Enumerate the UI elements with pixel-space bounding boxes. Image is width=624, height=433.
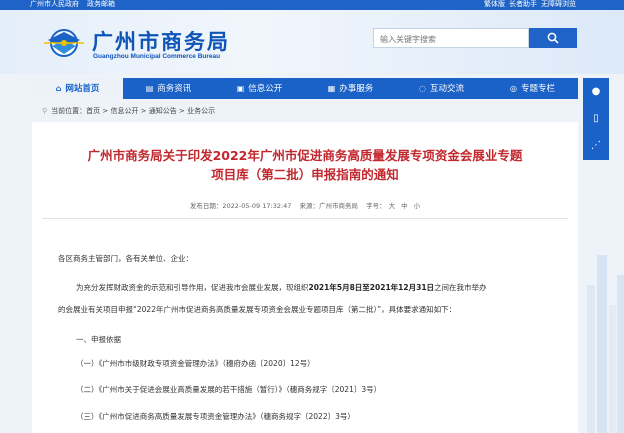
- article-source: 来源：广州市商务局: [299, 202, 359, 210]
- top-links-right: 繁体版 长者助手 无障碍浏览: [480, 0, 576, 9]
- divider: [42, 218, 568, 219]
- link-traditional[interactable]: 繁体版: [484, 0, 505, 8]
- nav-label: 网站首页: [65, 84, 100, 94]
- para1-date-range: 2021年5月8日至2021年12月31日: [308, 283, 435, 292]
- share-icon[interactable]: ⋰: [583, 132, 609, 159]
- city-decoration: [587, 255, 624, 433]
- mobile-icon[interactable]: ▯: [583, 105, 609, 132]
- nav-item-news[interactable]: ▤ 商务资讯: [123, 78, 214, 99]
- article-title-line2: 项目库（第二批）申报指南的通知: [211, 167, 399, 182]
- search-input[interactable]: 输入关键字搜索: [373, 28, 529, 48]
- site-title[interactable]: 广州市商务局: [92, 26, 230, 56]
- logo-icon: [44, 29, 84, 57]
- font-size-small[interactable]: 小: [414, 202, 421, 210]
- basis-item-1: （一）《广州市市级财政专项资金管理办法》（穗府办函〔2020〕12号）: [76, 359, 315, 368]
- paragraph-1: 为充分发挥财政资金的示范和引导作用，促进我市会展业发展，现组织2021年5月8日…: [76, 283, 487, 293]
- info-icon: ▣: [236, 84, 245, 93]
- nav-label: 商务资讯: [157, 84, 192, 94]
- para1-text-end: 之间在我市举办: [434, 283, 487, 292]
- top-links-left: 广州市人民政府 政务邮箱: [30, 0, 123, 9]
- section-heading: 一、申报依据: [76, 335, 121, 344]
- nav-label: 互动交流: [429, 84, 464, 94]
- news-icon: ▤: [145, 84, 154, 93]
- nav-item-home[interactable]: ⌂ 网站首页: [32, 78, 123, 99]
- publish-date: 发布日期：2022-05-09 17:32:47: [189, 202, 292, 210]
- service-icon: ▦: [327, 84, 336, 93]
- home-icon: ⌂: [55, 84, 62, 93]
- breadcrumb: ⚲ 当前位置：首页 > 信息公开 > 通知公告 > 业务公示: [42, 106, 215, 116]
- article-meta: 发布日期：2022-05-09 17:32:47 来源：广州市商务局 字号：大中…: [32, 200, 578, 210]
- link-gov-mail[interactable]: 政务邮箱: [87, 0, 115, 8]
- breadcrumb-text[interactable]: 当前位置：首页 > 信息公开 > 通知公告 > 业务公示: [51, 107, 215, 115]
- article-title: 广州市商务局关于印发2022年广州市促进商务高质量发展专项资金会展业专题 项目库…: [32, 146, 578, 184]
- article-panel: 广州市商务局关于印发2022年广州市促进商务高质量发展专项资金会展业专题 项目库…: [32, 122, 578, 433]
- wechat-icon[interactable]: ●: [583, 78, 609, 105]
- nav-item-service[interactable]: ▦ 办事服务: [305, 78, 396, 99]
- search-icon: [547, 32, 559, 44]
- chat-icon: ◌: [419, 84, 426, 93]
- link-elder-helper[interactable]: 长者助手: [509, 0, 537, 8]
- nav-label: 专题专栏: [520, 84, 555, 94]
- side-share-bar: ● ▯ ⋰: [583, 78, 609, 160]
- paragraph-2: 的会展业有关项目申报“2022年广州市促进商务高质量发展专项资金会展业专题项目库…: [58, 305, 457, 314]
- basis-item-2: （二）《广州市关于促进会展业高质量发展的若干措施（暂行）》（穗商务规字〔2021…: [76, 385, 382, 394]
- font-size-medium[interactable]: 中: [401, 202, 408, 210]
- para1-text: 为充分发挥财政资金的示范和引导作用，促进我市会展业发展，现组织: [76, 283, 309, 292]
- font-size-large[interactable]: 大: [389, 202, 396, 210]
- font-size-label: 字号：: [366, 202, 386, 210]
- basis-item-3: （三）《广州市促进商务高质量发展专项资金管理办法》（穗商务规字〔2022〕3号）: [76, 412, 355, 421]
- nav-label: 办事服务: [339, 84, 374, 94]
- search-button[interactable]: [529, 28, 577, 48]
- location-pin-icon: ⚲: [42, 107, 48, 115]
- top-bar: 广州市人民政府 政务邮箱 繁体版 长者助手 无障碍浏览: [0, 0, 624, 10]
- nav-item-info[interactable]: ▣ 信息公开: [214, 78, 305, 99]
- site-header: 广州市商务局 Guangzhou Municipal Commerce Bure…: [0, 10, 624, 74]
- site-subtitle: Guangzhou Municipal Commerce Bureau: [93, 53, 221, 60]
- article-title-line1: 广州市商务局关于印发2022年广州市促进商务高质量发展专项资金会展业专题: [87, 148, 523, 163]
- topic-icon: ◎: [510, 84, 517, 93]
- nav-item-interact[interactable]: ◌ 互动交流: [396, 78, 487, 99]
- nav-item-topic[interactable]: ◎ 专题专栏: [487, 78, 578, 99]
- nav-label: 信息公开: [248, 84, 283, 94]
- main-nav: ⌂ 网站首页 ▤ 商务资讯 ▣ 信息公开 ▦ 办事服务 ◌ 互动交流 ◎ 专题专栏: [32, 78, 578, 99]
- link-accessibility[interactable]: 无障碍浏览: [541, 0, 576, 8]
- link-gz-gov[interactable]: 广州市人民政府: [30, 0, 79, 8]
- greeting: 各区商务主管部门，各有关单位、企业：: [58, 254, 193, 263]
